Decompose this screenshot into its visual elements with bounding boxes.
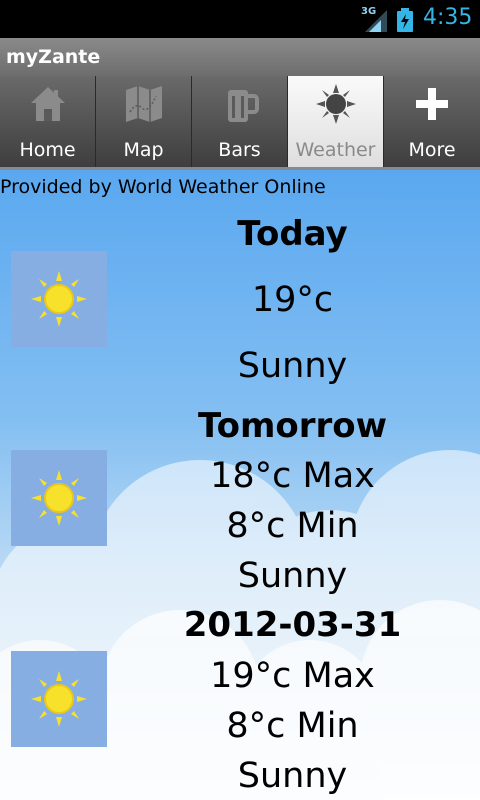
- tab-home-label: Home: [19, 139, 76, 161]
- tab-map[interactable]: Map: [96, 76, 192, 167]
- forecast-condition-today: Sunny: [237, 346, 348, 386]
- forecast-min-day3: 8°c Min: [226, 706, 359, 746]
- forecast-day-tomorrow: Tomorrow: [197, 406, 388, 446]
- signal-icon: 3G: [361, 6, 389, 32]
- forecast-icon-today: [11, 251, 107, 347]
- map-icon: [126, 86, 162, 122]
- sun-icon: [31, 271, 87, 327]
- home-icon: [31, 87, 65, 121]
- tab-weather-label: Weather: [295, 139, 376, 161]
- weather-content: Provided by World Weather Online Today 1…: [0, 170, 480, 800]
- tab-home[interactable]: Home: [0, 76, 96, 167]
- forecast-day-day3: 2012-03-31: [183, 605, 402, 645]
- forecast-min-tomorrow: 8°c Min: [226, 506, 359, 546]
- network-type: 3G: [361, 6, 377, 17]
- tab-bars[interactable]: Bars: [192, 76, 288, 167]
- forecast-max-tomorrow: 18°c Max: [210, 456, 375, 496]
- sun-icon: [31, 470, 87, 526]
- sun-icon: [31, 671, 87, 727]
- status-time: 4:35: [423, 5, 473, 30]
- forecast-condition-day3: Sunny: [237, 756, 348, 796]
- forecast-icon-tomorrow: [11, 450, 107, 546]
- tab-bar: Home Map Bars Weather More: [0, 76, 480, 170]
- app-title: myZante: [6, 46, 101, 68]
- tab-weather[interactable]: Weather: [288, 76, 384, 167]
- forecast-icon-day3: [11, 651, 107, 747]
- forecast-temp-today: 19°c: [251, 280, 334, 320]
- tab-bars-label: Bars: [218, 139, 261, 161]
- plus-icon: [416, 88, 448, 120]
- status-bar: 3G 4:35: [0, 0, 480, 38]
- provider-text: Provided by World Weather Online: [0, 176, 326, 198]
- beer-mug-icon: [228, 90, 259, 122]
- tab-map-label: Map: [123, 139, 164, 161]
- forecast-condition-tomorrow: Sunny: [237, 556, 348, 596]
- tab-more-label: More: [408, 139, 456, 161]
- sun-icon: [316, 84, 356, 124]
- battery-icon: [396, 8, 414, 32]
- forecast-max-day3: 19°c Max: [210, 656, 375, 696]
- forecast-day-today: Today: [237, 214, 348, 254]
- tab-more[interactable]: More: [384, 76, 480, 167]
- title-bar: myZante: [0, 38, 480, 77]
